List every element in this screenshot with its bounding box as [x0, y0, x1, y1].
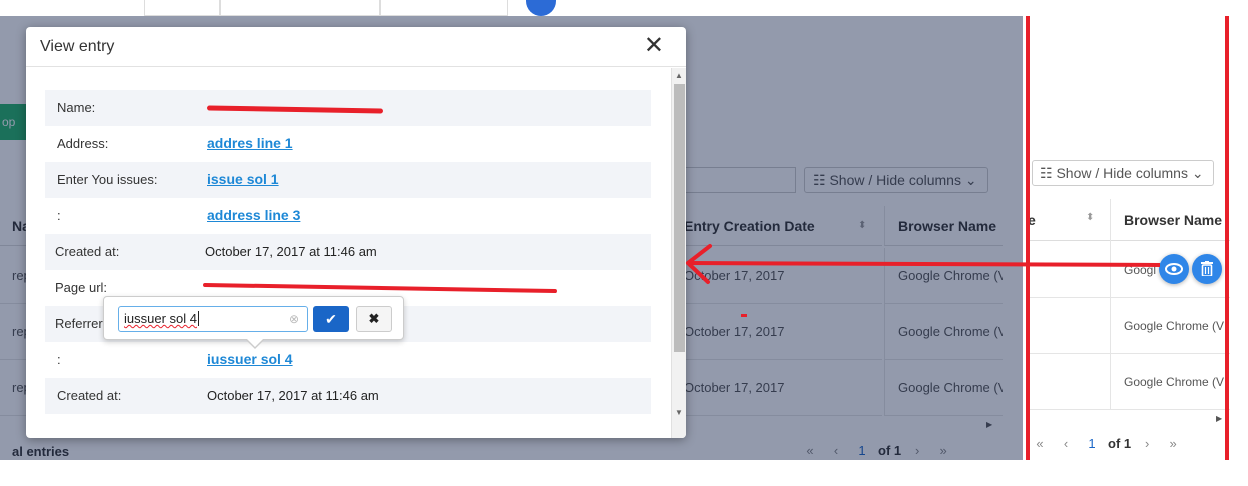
date-apply-button[interactable]	[526, 0, 556, 16]
last-page-button[interactable]: »	[1163, 434, 1183, 454]
entry-row-issues: Enter You issues: issue sol 1	[45, 162, 651, 198]
pagination: « ‹ 1 of 1 › »	[1030, 434, 1189, 454]
field-value-link[interactable]: addres line 1	[207, 135, 293, 151]
field-value: October 17, 2017 at 11:46 am	[207, 388, 379, 403]
date-filter-row	[0, 0, 1023, 16]
entry-row-name: Name:	[45, 90, 651, 126]
entry-row-created-at: Created at: October 17, 2017 at 11:46 am	[45, 234, 651, 270]
column-header-browser[interactable]: Browser Name	[1111, 199, 1230, 241]
modal-body: Name: Address: addres line 1 Enter You i…	[26, 68, 670, 438]
redaction-mark	[206, 105, 384, 114]
eye-icon	[1165, 262, 1183, 279]
field-value-link[interactable]: address line 3	[207, 207, 300, 223]
sort-icon[interactable]: ⬍	[1086, 212, 1094, 223]
table-cell-browser: Google Chrome (V	[1124, 319, 1225, 333]
inline-edit-input[interactable]: iussuer sol 4 ⊗	[118, 306, 308, 332]
modal-title: View entry	[40, 38, 115, 55]
entry-row-address-3: : address line 3	[45, 198, 651, 234]
modal-header: View entry ✕	[26, 27, 686, 67]
confirm-button[interactable]: ✔	[313, 306, 349, 332]
field-label: Address:	[57, 136, 109, 151]
date-filter-gap	[144, 0, 220, 16]
field-label: Created at:	[57, 388, 122, 403]
view-entry-modal: View entry ✕ Name: Address: addres line …	[26, 27, 686, 438]
date-from-input[interactable]	[220, 0, 380, 16]
close-icon[interactable]: ✕	[644, 33, 664, 59]
field-label: Referrer	[55, 316, 103, 331]
entry-row-address: Address: addres line 1	[45, 126, 651, 162]
view-entry-button[interactable]	[1159, 254, 1189, 284]
table-cell-browser: Google Chrome (V	[1124, 375, 1225, 389]
cancel-button[interactable]: ✖	[356, 306, 392, 332]
annotation-line-right	[1225, 16, 1229, 460]
next-page-button[interactable]: ›	[1137, 434, 1157, 454]
current-page[interactable]: 1	[1082, 434, 1102, 454]
field-value-link[interactable]: iussuer sol 4	[207, 351, 293, 367]
right-table-panel: ☷ Show / Hide columns ⌄ e ⬍ Browser Name…	[1026, 0, 1230, 460]
field-value-link[interactable]: issue sol 1	[207, 171, 279, 187]
page-total: of 1	[1108, 436, 1132, 451]
text-cursor	[197, 311, 199, 326]
field-label: :	[57, 352, 61, 367]
column-header-partial[interactable]: e	[1026, 199, 1110, 241]
trash-icon	[1201, 261, 1213, 280]
modal-scrollbar[interactable]: ▲ ▼	[671, 68, 686, 438]
first-page-button[interactable]: «	[1030, 434, 1050, 454]
prev-page-button[interactable]: ‹	[1056, 434, 1076, 454]
popup-caret-inner	[247, 339, 263, 347]
annotation-line-left	[1026, 16, 1030, 460]
scrollbar-thumb[interactable]	[674, 84, 685, 352]
scroll-up-arrow-icon[interactable]: ▲	[675, 71, 683, 80]
inline-edit-value: iussuer sol 4	[124, 311, 197, 326]
field-label: Page url:	[55, 280, 108, 295]
entry-row-created-at-2: Created at: October 17, 2017 at 11:46 am	[45, 378, 651, 414]
scroll-down-arrow-icon[interactable]: ▼	[675, 408, 683, 417]
field-label: Enter You issues:	[57, 172, 158, 187]
show-hide-columns-button[interactable]: ☷ Show / Hide columns ⌄	[1032, 160, 1214, 186]
field-label: Created at:	[55, 244, 120, 259]
clear-icon[interactable]: ⊗	[289, 307, 299, 331]
date-to-input[interactable]	[380, 0, 508, 16]
scroll-right-arrow-icon[interactable]: ▶	[1216, 414, 1222, 423]
entry-row-issue-4: : iussuer sol 4	[45, 342, 651, 378]
field-value: October 17, 2017 at 11:46 am	[205, 244, 377, 259]
delete-entry-button[interactable]	[1192, 254, 1222, 284]
field-label: Name:	[57, 100, 96, 115]
redaction-mark	[202, 282, 558, 294]
field-label: :	[57, 208, 61, 223]
inline-edit-popup: iussuer sol 4 ⊗ ✔ ✖	[103, 296, 404, 349]
